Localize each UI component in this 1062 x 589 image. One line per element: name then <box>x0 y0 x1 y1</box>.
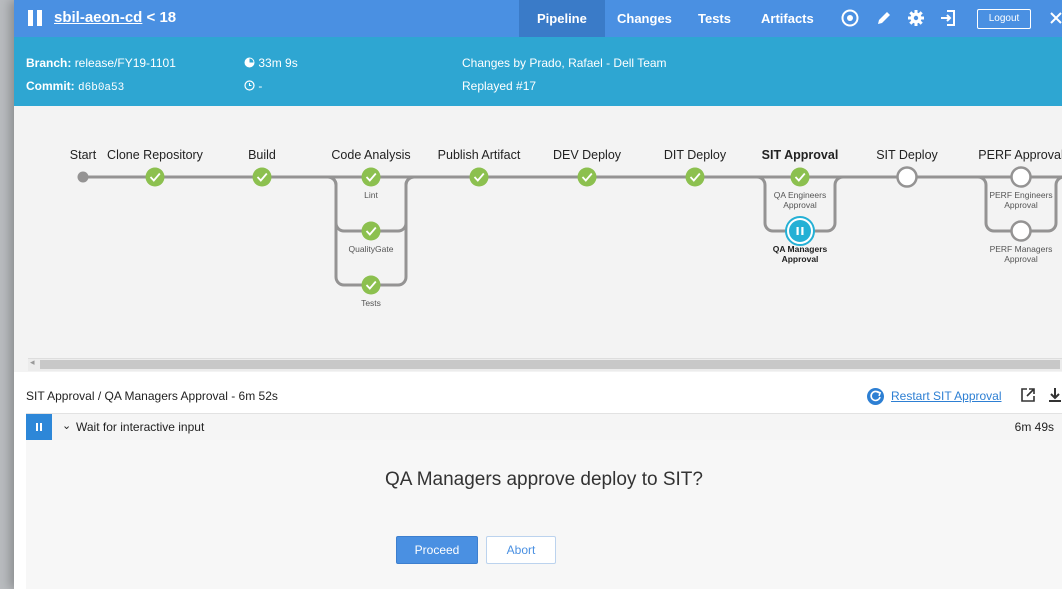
parallel-label-perf-managers-approval: PERF Managers <box>990 244 1053 254</box>
pipeline-graph: Start Clone Repository Build Code Analysis L… <box>14 106 1062 356</box>
open-external-icon[interactable] <box>1020 387 1036 403</box>
input-question: QA Managers approve deploy to SIT? <box>385 469 703 490</box>
stage-label-sit-deploy: SIT Deploy <box>876 148 938 162</box>
stage-node-dev-deploy[interactable] <box>577 167 597 187</box>
run-number: 18 <box>159 9 177 26</box>
stage-node-build[interactable] <box>252 167 272 187</box>
step-title: SIT Approval / QA Managers Approval - 6m… <box>26 389 278 403</box>
branch-name: release/FY19-1101 <box>74 56 176 70</box>
stage-node-perf-engineers-approval[interactable] <box>1010 166 1032 188</box>
tab-pipeline[interactable]: Pipeline <box>519 0 605 37</box>
stage-node-dit-deploy[interactable] <box>685 167 705 187</box>
stage-node-qa-managers-approval[interactable] <box>789 220 811 242</box>
scroll-left-arrow-icon[interactable]: ◂ <box>30 357 35 368</box>
parallel-label-perf-engineers-approval: Approval <box>1004 200 1038 210</box>
logout-button[interactable]: Logout <box>977 9 1031 29</box>
log-step-row[interactable]: ⌄ Wait for interactive input 6m 49s <box>26 413 1062 441</box>
paused-status-icon <box>28 10 44 26</box>
stage-label-build: Build <box>248 148 276 162</box>
run-ended: - <box>258 79 263 93</box>
breadcrumb: sbil-aeon-cd < 18 <box>54 9 176 26</box>
stage-node-clone-repository[interactable] <box>145 167 165 187</box>
horizontal-scrollbar[interactable]: ◂ <box>14 356 1062 372</box>
stage-node-qualitygate[interactable] <box>361 221 381 241</box>
restart-stage-link[interactable]: Restart SIT Approval <box>891 389 1002 403</box>
edit-pencil-icon[interactable] <box>874 8 894 28</box>
stage-node-sit-deploy[interactable] <box>896 166 918 188</box>
duration-clock-icon <box>244 57 255 68</box>
changes-by: Changes by Prado, Rafael - Dell Team <box>462 56 667 70</box>
stage-node-qa-engineers-approval[interactable] <box>790 167 810 187</box>
top-bar: sbil-aeon-cd < 18 Pipeline Changes Tests… <box>14 0 1062 37</box>
pause-bar-icon <box>796 227 799 235</box>
stage-label-publish-artifact: Publish Artifact <box>438 148 521 162</box>
chevron-down-icon[interactable]: ⌄ <box>62 419 71 432</box>
blue-ocean-window: sbil-aeon-cd < 18 Pipeline Changes Tests… <box>14 0 1062 589</box>
stop-icon[interactable] <box>840 8 860 28</box>
clock-icon <box>244 80 255 91</box>
tab-changes[interactable]: Changes <box>599 0 690 37</box>
proceed-button[interactable]: Proceed <box>396 536 478 564</box>
restart-icon[interactable] <box>867 388 884 405</box>
parallel-label-qa-managers-approval: QA Managers <box>773 244 828 254</box>
pipeline-link[interactable]: sbil-aeon-cd <box>54 9 142 26</box>
pipeline-graph-svg: Start Clone Repository Build Code Analysis L… <box>70 148 1062 308</box>
parallel-label-lint: Lint <box>364 190 378 200</box>
commit-label: Commit: <box>26 79 75 93</box>
stage-label-dev-deploy: DEV Deploy <box>553 148 622 162</box>
abort-button[interactable]: Abort <box>486 536 556 564</box>
sign-in-icon[interactable] <box>938 8 958 28</box>
gear-icon[interactable] <box>906 8 926 28</box>
branch-label: Branch: <box>26 56 72 70</box>
paused-step-icon <box>26 414 52 440</box>
parallel-label-tests: Tests <box>361 298 381 308</box>
run-duration: 33m 9s <box>258 56 298 70</box>
step-duration: 6m 49s <box>1014 420 1054 434</box>
pause-bar-icon <box>801 227 804 235</box>
parallel-label-perf-engineers-approval: PERF Engineers <box>989 190 1052 200</box>
parallel-label-qualitygate: QualityGate <box>349 244 394 254</box>
chevron-left-icon: < <box>146 9 156 26</box>
step-header: SIT Approval / QA Managers Approval - 6m… <box>14 380 1062 410</box>
stage-label-sit-approval: SIT Approval <box>762 148 839 162</box>
close-icon[interactable] <box>1046 8 1062 28</box>
step-name: Wait for interactive input <box>76 420 205 434</box>
scrollbar-thumb[interactable] <box>40 360 1060 369</box>
stage-label-code-analysis: Code Analysis <box>331 148 410 162</box>
download-icon[interactable] <box>1047 387 1062 403</box>
input-step-pane: QA Managers approve deploy to SIT? Proce… <box>26 440 1062 589</box>
parallel-label-qa-managers-approval: Approval <box>782 254 819 264</box>
parallel-label-qa-engineers-approval: QA Engineers <box>774 190 826 200</box>
stage-label-perf-approval: PERF Approval <box>978 148 1062 162</box>
stage-node-perf-managers-approval[interactable] <box>1010 220 1032 242</box>
stage-node-tests[interactable] <box>361 275 381 295</box>
commit-hash: d6b0a53 <box>78 82 125 94</box>
stage-label-dit-deploy: DIT Deploy <box>664 148 727 162</box>
stage-node-lint[interactable] <box>361 167 381 187</box>
parallel-label-perf-managers-approval: Approval <box>1004 254 1038 264</box>
stage-label-clone-repository: Clone Repository <box>107 148 204 162</box>
parallel-label-qa-engineers-approval: Approval <box>783 200 817 210</box>
replayed-info: Replayed #17 <box>462 79 537 93</box>
tab-artifacts[interactable]: Artifacts <box>743 0 832 37</box>
stage-node-publish-artifact[interactable] <box>469 167 489 187</box>
tab-tests[interactable]: Tests <box>680 0 749 37</box>
run-details-bar: Branch: release/FY19-1101 Commit: d6b0a5… <box>14 37 1062 106</box>
stage-node-start[interactable] <box>77 171 89 183</box>
stage-label-start: Start <box>70 148 97 162</box>
